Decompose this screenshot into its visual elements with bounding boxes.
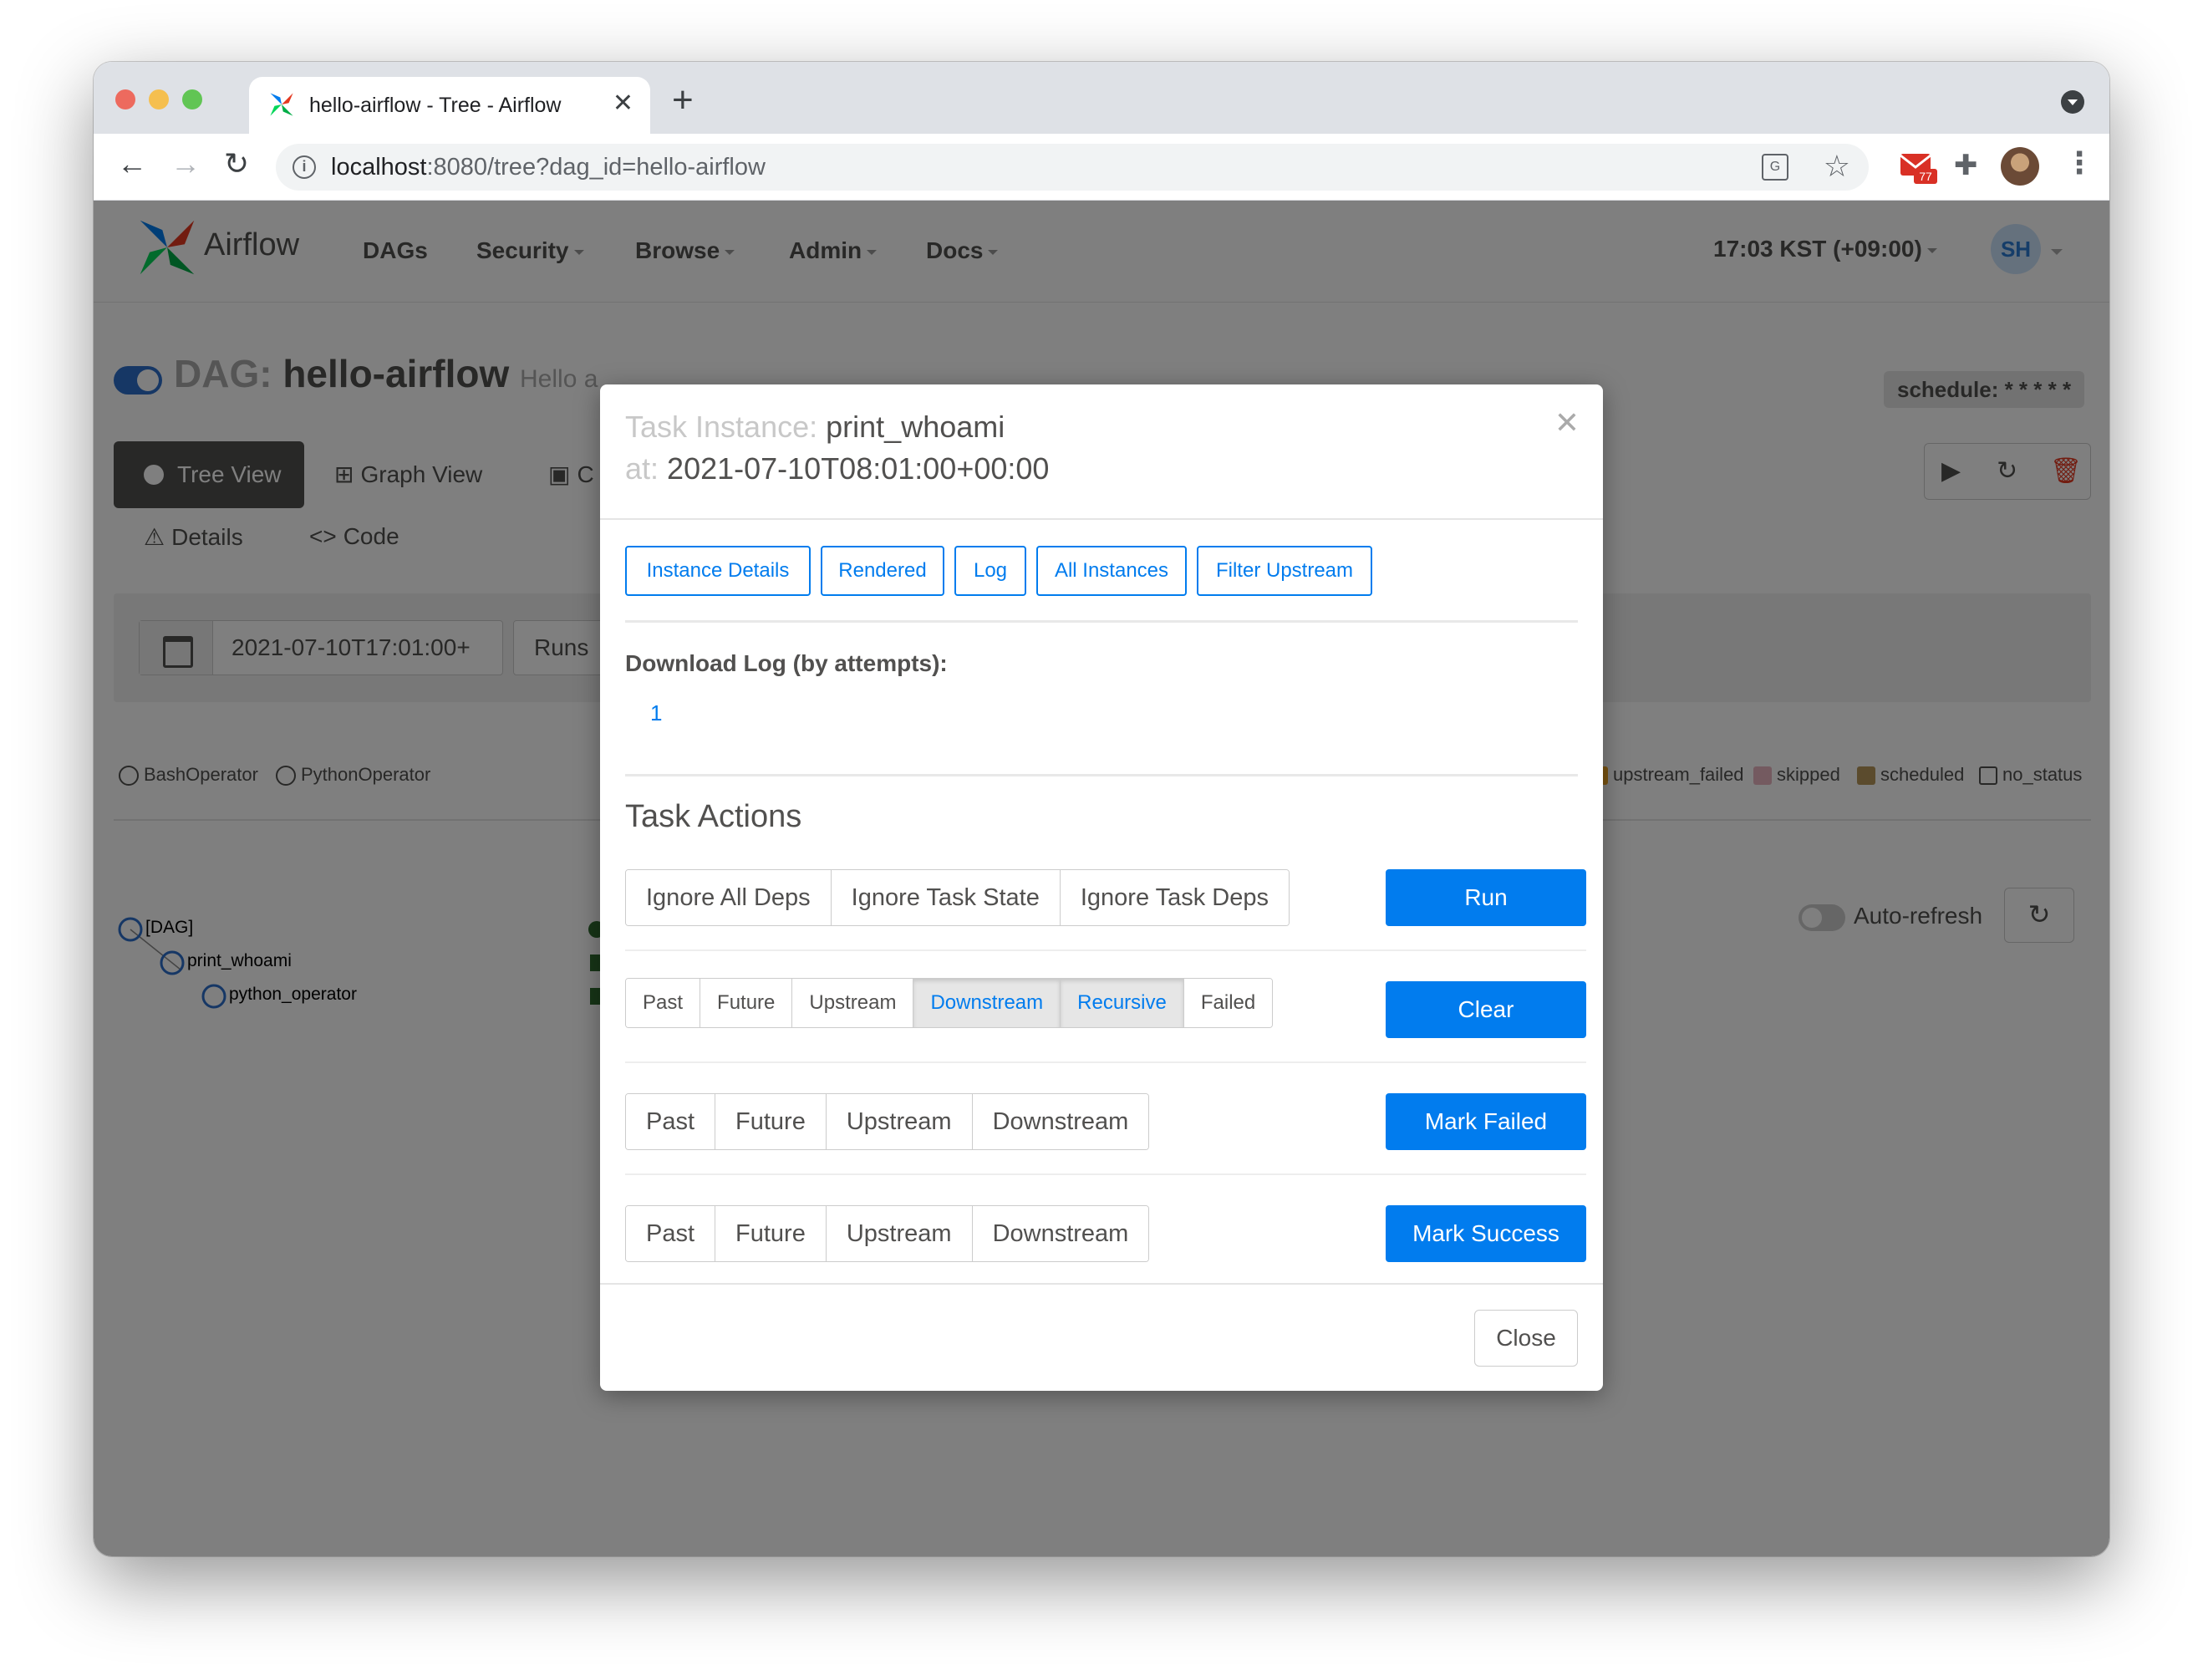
run-button[interactable]: Run [1386,869,1586,926]
browser-menu-icon[interactable]: ⋮ [2064,145,2094,181]
filter-upstream-button[interactable]: Filter Upstream [1197,546,1372,596]
address-bar[interactable]: i localhost:8080/tree?dag_id=hello-airfl… [276,144,1869,191]
divider [625,949,1586,951]
failed-downstream-toggle[interactable]: Downstream [972,1094,1149,1149]
new-tab-icon[interactable]: + [672,82,694,119]
browser-titlebar: hello-airflow - Tree - Airflow ✕ + [94,62,2109,134]
bookmark-star-icon[interactable]: ☆ [1824,149,1850,184]
address-url[interactable]: localhost:8080/tree?dag_id=hello-airflow [331,154,766,181]
close-icon[interactable]: ✕ [1554,408,1580,438]
task-id: print_whoami [826,410,1005,444]
divider [625,1061,1586,1063]
modal-title-date: at: 2021-07-10T08:01:00+00:00 [625,451,1049,486]
mark-failed-options-group: Past Future Upstream Downstream [625,1093,1150,1150]
tab-title: hello-airflow - Tree - Airflow [309,94,562,117]
mark-success-button[interactable]: Mark Success [1386,1205,1586,1262]
success-future-toggle[interactable]: Future [715,1206,827,1261]
success-downstream-toggle[interactable]: Downstream [972,1206,1149,1261]
translate-icon[interactable]: G [1762,154,1788,181]
close-button[interactable]: Close [1474,1310,1578,1367]
browser-toolbar: ← → ↻ i localhost:8080/tree?dag_id=hello… [94,134,2109,201]
clear-past-toggle[interactable]: Past [626,979,701,1027]
execution-date: 2021-07-10T08:01:00+00:00 [667,451,1050,486]
success-upstream-toggle[interactable]: Upstream [826,1206,973,1261]
clear-future-toggle[interactable]: Future [700,979,793,1027]
task-instance-modal: Task Instance: print_whoami at: 2021-07-… [600,384,1603,1391]
browser-tab[interactable]: hello-airflow - Tree - Airflow ✕ [249,77,650,134]
ignore-task-state-toggle[interactable]: Ignore Task State [831,870,1061,925]
forward-icon[interactable]: → [170,149,201,179]
clear-options-group: Past Future Upstream Downstream Recursiv… [625,978,1274,1028]
failed-future-toggle[interactable]: Future [715,1094,827,1149]
divider [625,774,1578,776]
at-label: at: [625,451,659,486]
task-actions-title: Task Actions [625,799,802,834]
mark-success-options-group: Past Future Upstream Downstream [625,1205,1150,1262]
back-icon[interactable]: ← [117,149,147,179]
success-past-toggle[interactable]: Past [626,1206,716,1261]
failed-past-toggle[interactable]: Past [626,1094,716,1149]
divider [625,1173,1586,1175]
clear-recursive-toggle[interactable]: Recursive [1061,979,1184,1027]
modal-title-task: Task Instance: print_whoami [625,410,1005,445]
ignore-task-deps-toggle[interactable]: Ignore Task Deps [1060,870,1289,925]
clear-failed-toggle[interactable]: Failed [1183,979,1273,1027]
tab-search-icon[interactable] [2061,90,2084,114]
download-log-title: Download Log (by attempts): [625,650,948,676]
reload-icon[interactable]: ↻ [224,149,249,179]
log-attempt-link[interactable]: 1 [650,700,662,726]
run-options-group: Ignore All Deps Ignore Task State Ignore… [625,869,1290,926]
site-info-icon[interactable]: i [293,155,316,179]
close-window-button[interactable] [115,89,135,109]
divider [625,620,1578,623]
airflow-favicon-icon [270,93,293,116]
extensions-puzzle-icon[interactable]: ✚ [1954,149,1978,182]
all-instances-button[interactable]: All Instances [1036,546,1187,596]
maximize-window-button[interactable] [182,89,202,109]
airflow-page: Airflow DAGs Security Browse Admin Docs … [94,201,2109,1556]
rendered-button[interactable]: Rendered [821,546,944,596]
mail-extension-icon[interactable]: 77 [1899,150,1937,184]
mark-failed-button[interactable]: Mark Failed [1386,1093,1586,1150]
url-path: :8080/tree?dag_id=hello-airflow [426,154,766,181]
mail-badge-count: 77 [1919,170,1932,183]
modal-footer: Close [600,1283,1603,1391]
minimize-window-button[interactable] [149,89,169,109]
modal-header: Task Instance: print_whoami at: 2021-07-… [600,384,1603,520]
log-button[interactable]: Log [954,546,1026,596]
clear-button[interactable]: Clear [1386,981,1586,1038]
tab-close-icon[interactable]: ✕ [613,89,633,118]
ignore-all-deps-toggle[interactable]: Ignore All Deps [626,870,832,925]
failed-upstream-toggle[interactable]: Upstream [826,1094,973,1149]
clear-downstream-toggle[interactable]: Downstream [913,979,1061,1027]
url-host: localhost [331,154,427,181]
profile-avatar[interactable] [2001,147,2039,186]
clear-upstream-toggle[interactable]: Upstream [792,979,914,1027]
task-label: Task Instance: [625,410,818,444]
browser-window: hello-airflow - Tree - Airflow ✕ + ← → ↻… [94,62,2109,1556]
instance-details-button[interactable]: Instance Details [625,546,811,596]
